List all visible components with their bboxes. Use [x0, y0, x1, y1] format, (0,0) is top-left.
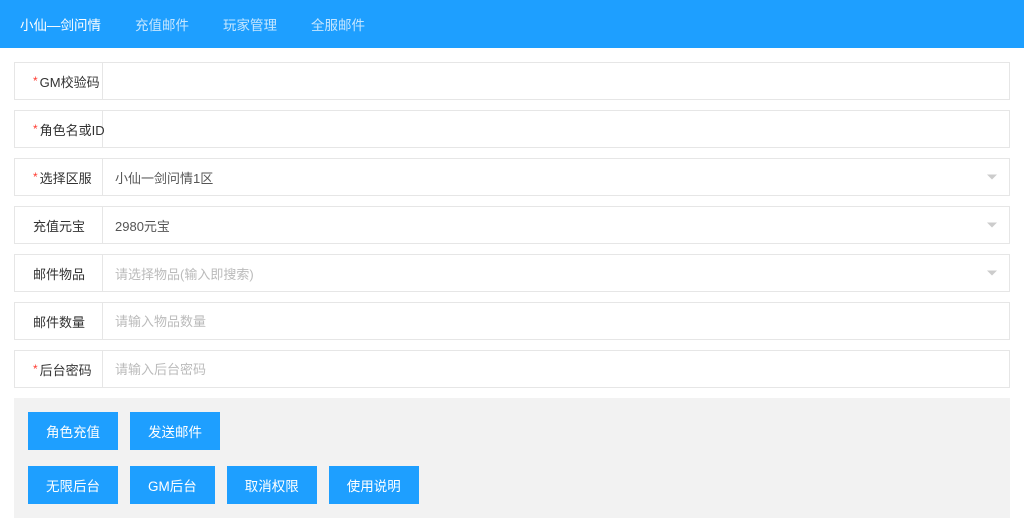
- label-text: 选择区服: [40, 168, 92, 187]
- required-mark: *: [33, 362, 38, 376]
- control-role: [103, 111, 1009, 147]
- control-quantity: [103, 303, 1009, 339]
- row-quantity: 邮件数量: [14, 302, 1010, 340]
- required-mark: *: [33, 170, 38, 184]
- top-nav: 小仙—剑问情 充值邮件 玩家管理 全服邮件: [0, 0, 1024, 48]
- required-mark: *: [33, 122, 38, 136]
- quantity-input[interactable]: [115, 314, 997, 329]
- password-input[interactable]: [115, 362, 997, 377]
- gm-code-input[interactable]: [115, 74, 997, 89]
- label-password: * 后台密码: [15, 351, 103, 387]
- row-password: * 后台密码: [14, 350, 1010, 388]
- label-server: * 选择区服: [15, 159, 103, 195]
- form-content: * GM校验码 * 角色名或ID * 选择区服 小仙一剑问情1区 充值元宝 29: [0, 48, 1024, 532]
- nav-tab-recharge-mail[interactable]: 充值邮件: [135, 14, 189, 34]
- label-item: 邮件物品: [15, 255, 103, 291]
- nav-tab-server-mail[interactable]: 全服邮件: [311, 14, 365, 34]
- label-yuanbao: 充值元宝: [15, 207, 103, 243]
- label-text: GM校验码: [40, 72, 100, 91]
- label-text: 邮件数量: [33, 312, 85, 331]
- cancel-permission-button[interactable]: 取消权限: [227, 466, 317, 504]
- item-select[interactable]: 请选择物品(输入即搜索): [103, 255, 1009, 291]
- row-role: * 角色名或ID: [14, 110, 1010, 148]
- row-gm-code: * GM校验码: [14, 62, 1010, 100]
- unlimited-backend-button[interactable]: 无限后台: [28, 466, 118, 504]
- row-server: * 选择区服 小仙一剑问情1区: [14, 158, 1010, 196]
- label-text: 角色名或ID: [40, 120, 105, 139]
- item-placeholder: 请选择物品(输入即搜索): [115, 264, 997, 283]
- button-row-2: 无限后台 GM后台 取消权限 使用说明: [28, 466, 996, 504]
- chevron-down-icon: [987, 271, 997, 276]
- button-row-1: 角色充值 发送邮件: [28, 412, 996, 450]
- yuanbao-select[interactable]: 2980元宝: [103, 207, 1009, 243]
- label-role: * 角色名或ID: [15, 111, 103, 147]
- role-recharge-button[interactable]: 角色充值: [28, 412, 118, 450]
- button-area: 角色充值 发送邮件 无限后台 GM后台 取消权限 使用说明: [14, 398, 1010, 518]
- control-password: [103, 351, 1009, 387]
- yuanbao-selected-value: 2980元宝: [115, 216, 997, 235]
- chevron-down-icon: [987, 175, 997, 180]
- label-text: 后台密码: [40, 360, 92, 379]
- label-quantity: 邮件数量: [15, 303, 103, 339]
- required-mark: *: [33, 74, 38, 88]
- gm-backend-button[interactable]: GM后台: [130, 466, 215, 504]
- row-yuanbao: 充值元宝 2980元宝: [14, 206, 1010, 244]
- chevron-down-icon: [987, 223, 997, 228]
- nav-tab-player-manage[interactable]: 玩家管理: [223, 14, 277, 34]
- label-gm-code: * GM校验码: [15, 63, 103, 99]
- server-selected-value: 小仙一剑问情1区: [115, 168, 997, 187]
- server-select[interactable]: 小仙一剑问情1区: [103, 159, 1009, 195]
- usage-help-button[interactable]: 使用说明: [329, 466, 419, 504]
- nav-tab-main[interactable]: 小仙—剑问情: [20, 14, 101, 34]
- label-text: 充值元宝: [33, 216, 85, 235]
- control-gm-code: [103, 63, 1009, 99]
- role-input[interactable]: [115, 122, 997, 137]
- label-text: 邮件物品: [33, 264, 85, 283]
- row-item: 邮件物品 请选择物品(输入即搜索): [14, 254, 1010, 292]
- send-mail-button[interactable]: 发送邮件: [130, 412, 220, 450]
